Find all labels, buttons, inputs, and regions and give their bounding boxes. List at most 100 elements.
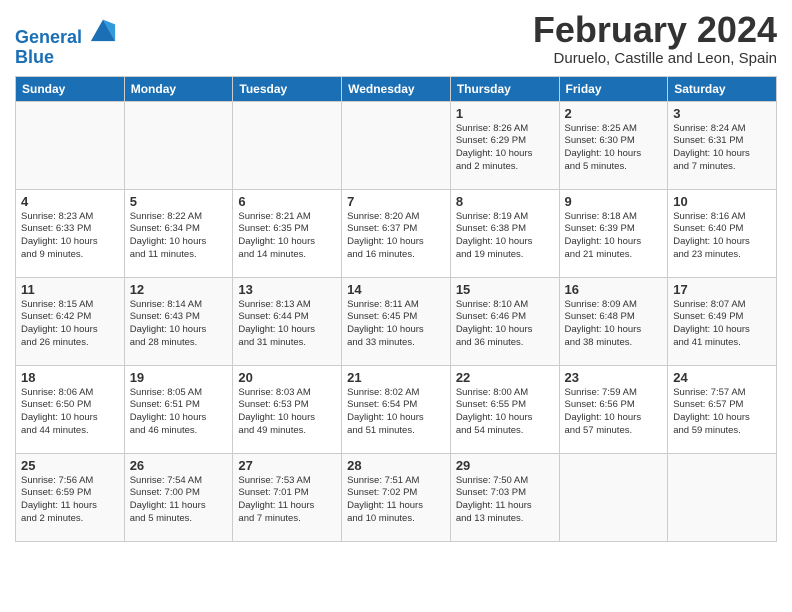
calendar-cell: 5 Sunrise: 8:22 AM Sunset: 6:34 PM Daylig… xyxy=(124,189,233,277)
calendar-header-row: SundayMondayTuesdayWednesdayThursdayFrid… xyxy=(16,76,777,101)
day-info: Sunrise: 8:26 AM Sunset: 6:29 PM Dayligh… xyxy=(456,123,554,174)
day-number: 29 xyxy=(456,458,554,473)
day-info: Sunrise: 8:21 AM Sunset: 6:35 PM Dayligh… xyxy=(238,211,336,262)
subtitle: Duruelo, Castille and Leon, Spain xyxy=(533,50,777,67)
day-number: 6 xyxy=(238,194,336,209)
calendar-cell: 28 Sunrise: 7:51 AM Sunset: 7:02 PM Dayli… xyxy=(342,453,451,541)
col-header-friday: Friday xyxy=(559,76,668,101)
day-number: 28 xyxy=(347,458,445,473)
day-number: 15 xyxy=(456,282,554,297)
calendar-week-4: 18 Sunrise: 8:06 AM Sunset: 6:50 PM Dayli… xyxy=(16,365,777,453)
calendar-cell: 23 Sunrise: 7:59 AM Sunset: 6:56 PM Dayli… xyxy=(559,365,668,453)
day-number: 26 xyxy=(130,458,228,473)
day-info: Sunrise: 7:56 AM Sunset: 6:59 PM Dayligh… xyxy=(21,475,119,526)
page-header: General Blue February 2024 Duruelo, Cast… xyxy=(15,10,777,68)
calendar-cell: 6 Sunrise: 8:21 AM Sunset: 6:35 PM Daylig… xyxy=(233,189,342,277)
col-header-sunday: Sunday xyxy=(16,76,125,101)
day-number: 24 xyxy=(673,370,771,385)
day-info: Sunrise: 7:54 AM Sunset: 7:00 PM Dayligh… xyxy=(130,475,228,526)
calendar-cell xyxy=(342,101,451,189)
day-info: Sunrise: 7:51 AM Sunset: 7:02 PM Dayligh… xyxy=(347,475,445,526)
day-info: Sunrise: 8:06 AM Sunset: 6:50 PM Dayligh… xyxy=(21,387,119,438)
logo-blue: Blue xyxy=(15,48,117,68)
calendar-cell: 9Sunrise: 8:18 AM Sunset: 6:39 PM Daylig… xyxy=(559,189,668,277)
day-info: Sunrise: 7:59 AM Sunset: 6:56 PM Dayligh… xyxy=(565,387,663,438)
day-number: 14 xyxy=(347,282,445,297)
day-number: 10 xyxy=(673,194,771,209)
calendar-cell: 4 Sunrise: 8:23 AM Sunset: 6:33 PM Daylig… xyxy=(16,189,125,277)
day-info: Sunrise: 8:11 AM Sunset: 6:45 PM Dayligh… xyxy=(347,299,445,350)
day-info: Sunrise: 8:03 AM Sunset: 6:53 PM Dayligh… xyxy=(238,387,336,438)
day-info: Sunrise: 8:15 AM Sunset: 6:42 PM Dayligh… xyxy=(21,299,119,350)
day-info: Sunrise: 8:00 AM Sunset: 6:55 PM Dayligh… xyxy=(456,387,554,438)
calendar-week-1: 1 Sunrise: 8:26 AM Sunset: 6:29 PM Daylig… xyxy=(16,101,777,189)
logo-icon xyxy=(89,15,117,43)
calendar-cell: 25Sunrise: 7:56 AM Sunset: 6:59 PM Dayli… xyxy=(16,453,125,541)
day-number: 1 xyxy=(456,106,554,121)
day-info: Sunrise: 8:25 AM Sunset: 6:30 PM Dayligh… xyxy=(565,123,663,174)
logo: General Blue xyxy=(15,15,117,68)
calendar-cell: 8 Sunrise: 8:19 AM Sunset: 6:38 PM Daylig… xyxy=(450,189,559,277)
day-number: 7 xyxy=(347,194,445,209)
calendar-cell: 10 Sunrise: 8:16 AM Sunset: 6:40 PM Dayli… xyxy=(668,189,777,277)
day-number: 8 xyxy=(456,194,554,209)
col-header-saturday: Saturday xyxy=(668,76,777,101)
calendar-cell: 29 Sunrise: 7:50 AM Sunset: 7:03 PM Dayli… xyxy=(450,453,559,541)
day-number: 12 xyxy=(130,282,228,297)
calendar-cell xyxy=(668,453,777,541)
calendar-cell: 18 Sunrise: 8:06 AM Sunset: 6:50 PM Dayli… xyxy=(16,365,125,453)
day-info: Sunrise: 8:20 AM Sunset: 6:37 PM Dayligh… xyxy=(347,211,445,262)
calendar-cell: 7 Sunrise: 8:20 AM Sunset: 6:37 PM Daylig… xyxy=(342,189,451,277)
day-info: Sunrise: 8:07 AM Sunset: 6:49 PM Dayligh… xyxy=(673,299,771,350)
main-title: February 2024 xyxy=(533,10,777,50)
day-number: 21 xyxy=(347,370,445,385)
day-number: 23 xyxy=(565,370,663,385)
calendar-cell: 13Sunrise: 8:13 AM Sunset: 6:44 PM Dayli… xyxy=(233,277,342,365)
calendar-table: SundayMondayTuesdayWednesdayThursdayFrid… xyxy=(15,76,777,542)
calendar-cell: 17 Sunrise: 8:07 AM Sunset: 6:49 PM Dayli… xyxy=(668,277,777,365)
day-number: 4 xyxy=(21,194,119,209)
day-number: 20 xyxy=(238,370,336,385)
day-info: Sunrise: 7:50 AM Sunset: 7:03 PM Dayligh… xyxy=(456,475,554,526)
calendar-cell: 27Sunrise: 7:53 AM Sunset: 7:01 PM Dayli… xyxy=(233,453,342,541)
calendar-cell: 12 Sunrise: 8:14 AM Sunset: 6:43 PM Dayli… xyxy=(124,277,233,365)
calendar-cell: 24 Sunrise: 7:57 AM Sunset: 6:57 PM Dayli… xyxy=(668,365,777,453)
calendar-cell: 14 Sunrise: 8:11 AM Sunset: 6:45 PM Dayli… xyxy=(342,277,451,365)
col-header-tuesday: Tuesday xyxy=(233,76,342,101)
day-number: 27 xyxy=(238,458,336,473)
day-info: Sunrise: 8:14 AM Sunset: 6:43 PM Dayligh… xyxy=(130,299,228,350)
calendar-week-2: 4 Sunrise: 8:23 AM Sunset: 6:33 PM Daylig… xyxy=(16,189,777,277)
col-header-wednesday: Wednesday xyxy=(342,76,451,101)
calendar-cell: 2 Sunrise: 8:25 AM Sunset: 6:30 PM Daylig… xyxy=(559,101,668,189)
day-info: Sunrise: 8:19 AM Sunset: 6:38 PM Dayligh… xyxy=(456,211,554,262)
col-header-monday: Monday xyxy=(124,76,233,101)
day-number: 19 xyxy=(130,370,228,385)
calendar-cell: 21Sunrise: 8:02 AM Sunset: 6:54 PM Dayli… xyxy=(342,365,451,453)
calendar-cell xyxy=(16,101,125,189)
day-info: Sunrise: 8:10 AM Sunset: 6:46 PM Dayligh… xyxy=(456,299,554,350)
calendar-cell: 3Sunrise: 8:24 AM Sunset: 6:31 PM Daylig… xyxy=(668,101,777,189)
calendar-cell: 1 Sunrise: 8:26 AM Sunset: 6:29 PM Daylig… xyxy=(450,101,559,189)
calendar-cell: 19Sunrise: 8:05 AM Sunset: 6:51 PM Dayli… xyxy=(124,365,233,453)
day-number: 13 xyxy=(238,282,336,297)
day-number: 5 xyxy=(130,194,228,209)
col-header-thursday: Thursday xyxy=(450,76,559,101)
day-number: 3 xyxy=(673,106,771,121)
calendar-cell: 16Sunrise: 8:09 AM Sunset: 6:48 PM Dayli… xyxy=(559,277,668,365)
day-info: Sunrise: 7:57 AM Sunset: 6:57 PM Dayligh… xyxy=(673,387,771,438)
calendar-cell: 20 Sunrise: 8:03 AM Sunset: 6:53 PM Dayli… xyxy=(233,365,342,453)
calendar-cell xyxy=(124,101,233,189)
logo-general: General xyxy=(15,27,82,47)
day-info: Sunrise: 8:22 AM Sunset: 6:34 PM Dayligh… xyxy=(130,211,228,262)
calendar-cell: 22Sunrise: 8:00 AM Sunset: 6:55 PM Dayli… xyxy=(450,365,559,453)
day-number: 18 xyxy=(21,370,119,385)
day-info: Sunrise: 8:09 AM Sunset: 6:48 PM Dayligh… xyxy=(565,299,663,350)
title-block: February 2024 Duruelo, Castille and Leon… xyxy=(533,10,777,67)
day-info: Sunrise: 8:16 AM Sunset: 6:40 PM Dayligh… xyxy=(673,211,771,262)
day-number: 2 xyxy=(565,106,663,121)
calendar-cell xyxy=(233,101,342,189)
day-info: Sunrise: 8:23 AM Sunset: 6:33 PM Dayligh… xyxy=(21,211,119,262)
calendar-cell: 11Sunrise: 8:15 AM Sunset: 6:42 PM Dayli… xyxy=(16,277,125,365)
day-number: 9 xyxy=(565,194,663,209)
day-number: 17 xyxy=(673,282,771,297)
